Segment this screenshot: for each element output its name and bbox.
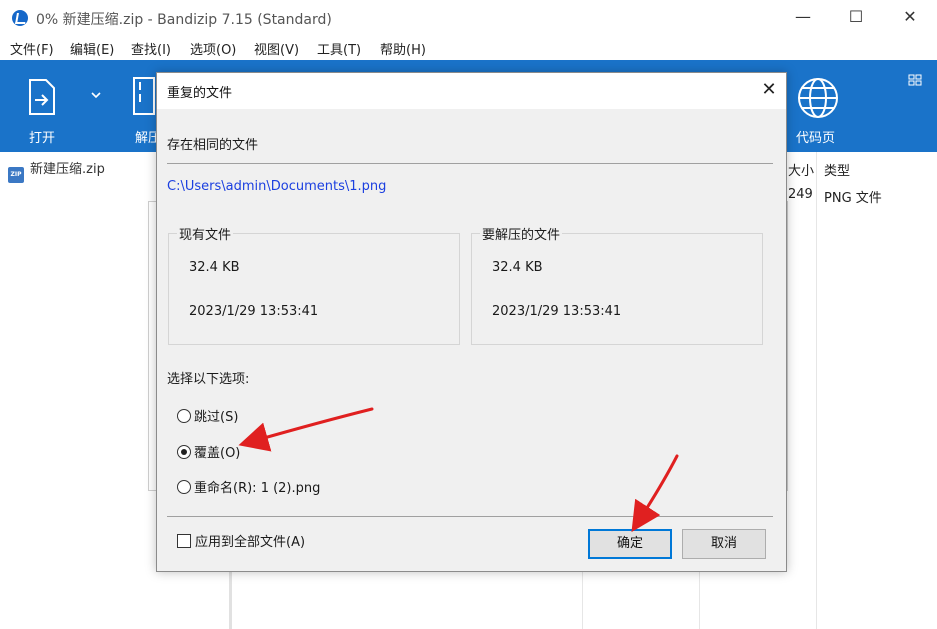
dialog-heading: 存在相同的文件: [167, 138, 259, 153]
existing-file-size: 32.4 KB: [189, 260, 240, 275]
minimize-button[interactable]: —: [776, 0, 830, 34]
zip-file-icon: ZIP: [8, 167, 24, 183]
bandizip-app-icon: [12, 10, 28, 26]
chevron-down-icon[interactable]: [91, 92, 101, 100]
cancel-button[interactable]: 取消: [682, 529, 766, 559]
menu-bar: 文件(F) 编辑(E) 查找(I) 选项(O) 视图(V) 工具(T) 帮助(H…: [0, 36, 937, 60]
dialog-title: 重复的文件: [167, 86, 233, 101]
ok-button[interactable]: 确定: [588, 529, 672, 559]
menu-help[interactable]: 帮助(H): [380, 39, 426, 58]
existing-file-group: 现有文件 32.4 KB 2023/1/29 13:53:41: [168, 224, 460, 345]
window-title: 0% 新建压缩.zip - Bandizip 7.15 (Standard): [36, 12, 332, 28]
column-header-type[interactable]: 类型: [824, 160, 850, 179]
radio-rename[interactable]: 重命名(R): 1 (2).png: [177, 477, 320, 496]
globe-icon[interactable]: [796, 76, 840, 120]
title-bar: 0% 新建压缩.zip - Bandizip 7.15 (Standard) —…: [0, 0, 937, 36]
open-archive-icon[interactable]: [26, 78, 58, 116]
file-path: C:\Users\admin\Documents\1.png: [167, 179, 387, 194]
incoming-file-date: 2023/1/29 13:53:41: [492, 304, 622, 319]
incoming-file-group: 要解压的文件 32.4 KB 2023/1/29 13:53:41: [471, 224, 763, 345]
column-divider: [816, 152, 817, 629]
radio-circle[interactable]: [177, 480, 191, 494]
menu-find[interactable]: 查找(I): [131, 39, 171, 58]
menu-tools[interactable]: 工具(T): [317, 39, 361, 58]
radio-skip[interactable]: 跳过(S): [177, 406, 238, 425]
dialog-close-button[interactable]: ✕: [757, 79, 781, 103]
menu-file[interactable]: 文件(F): [10, 39, 54, 58]
column-header-size[interactable]: 大小: [788, 160, 814, 179]
incoming-file-size: 32.4 KB: [492, 260, 543, 275]
open-button-label[interactable]: 打开: [29, 127, 55, 146]
tree-item-archive[interactable]: ZIP 新建压缩.zip: [8, 158, 105, 183]
existing-file-title: 现有文件: [177, 224, 234, 243]
code-page-button-label[interactable]: 代码页: [796, 127, 835, 146]
menu-view[interactable]: 视图(V): [254, 39, 299, 58]
radio-rename-label: 重命名(R): 1 (2).png: [194, 481, 321, 496]
maximize-button[interactable]: ☐: [829, 0, 883, 34]
tree-item-label: 新建压缩.zip: [30, 162, 105, 177]
dialog-title-bar: 重复的文件 ✕: [157, 73, 786, 109]
row-type-cell: PNG 文件: [824, 191, 882, 206]
radio-overwrite-label: 覆盖(O): [194, 446, 241, 461]
apply-all-checkbox[interactable]: 应用到全部文件(A): [177, 531, 305, 550]
radio-circle[interactable]: [177, 409, 191, 423]
row-size-cell: 249: [788, 187, 813, 202]
divider: [167, 516, 773, 517]
duplicate-file-dialog: 重复的文件 ✕ 存在相同的文件 C:\Users\admin\Documents…: [156, 72, 787, 572]
menu-edit[interactable]: 编辑(E): [70, 39, 114, 58]
checkbox-box[interactable]: [177, 534, 191, 548]
radio-skip-label: 跳过(S): [194, 410, 239, 425]
radio-overwrite[interactable]: 覆盖(O): [177, 442, 240, 461]
existing-file-date: 2023/1/29 13:53:41: [189, 304, 319, 319]
grid-menu-icon[interactable]: [908, 74, 922, 86]
extract-icon[interactable]: [130, 76, 156, 116]
choose-options-label: 选择以下选项:: [167, 372, 250, 387]
menu-options[interactable]: 选项(O): [190, 39, 236, 58]
apply-all-label: 应用到全部文件(A): [195, 535, 306, 550]
close-window-button[interactable]: ✕: [883, 0, 937, 34]
incoming-file-title: 要解压的文件: [480, 224, 563, 243]
radio-circle-selected[interactable]: [177, 445, 191, 459]
divider: [167, 163, 773, 164]
